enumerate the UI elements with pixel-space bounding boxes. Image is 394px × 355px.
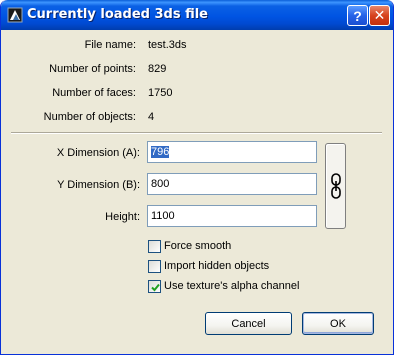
objects-label: Number of objects: [43, 111, 136, 123]
ok-button[interactable]: OK [302, 312, 374, 335]
cancel-button-label: Cancel [231, 317, 266, 330]
points-value: 829 [148, 63, 167, 75]
x-dimension-input[interactable]: 796 [147, 141, 317, 163]
title-bar[interactable]: Currently loaded 3ds file ? ✕ [1, 0, 393, 30]
faces-value: 1750 [148, 87, 173, 99]
objects-value: 4 [148, 111, 155, 123]
import-hidden-checkbox[interactable] [148, 259, 161, 273]
file-name-value: test.3ds [148, 39, 187, 51]
alpha-channel-checkbox[interactable] [148, 279, 161, 293]
height-value: 1100 [151, 210, 175, 222]
ok-button-label: OK [330, 317, 346, 330]
y-dimension-label: Y Dimension (B): [57, 179, 140, 191]
dialog-window: Currently loaded 3ds file ? ✕ File name:… [0, 0, 394, 355]
checkmark-icon [151, 283, 160, 291]
x-dimension-value: 796 [151, 146, 170, 158]
separator [11, 132, 382, 134]
help-icon: ? [353, 7, 362, 24]
link-dimensions-toggle[interactable] [325, 143, 346, 229]
help-button[interactable]: ? [347, 5, 368, 26]
import-hidden-label: Import hidden objects [164, 260, 270, 272]
cancel-button[interactable]: Cancel [205, 312, 292, 335]
y-dimension-input[interactable]: 800 [147, 173, 317, 195]
close-icon: ✕ [373, 7, 386, 23]
alpha-channel-option[interactable]: Use texture's alpha channel [148, 279, 299, 293]
force-smooth-label: Force smooth [164, 240, 232, 252]
alpha-channel-label: Use texture's alpha channel [164, 280, 300, 292]
chain-link-icon [331, 173, 341, 199]
x-dimension-label: X Dimension (A): [56, 147, 140, 159]
force-smooth-option[interactable]: Force smooth [148, 239, 231, 253]
window-title: Currently loaded 3ds file [27, 7, 208, 22]
import-hidden-option[interactable]: Import hidden objects [148, 259, 269, 273]
height-label: Height: [105, 211, 140, 223]
app-icon [7, 7, 23, 23]
y-dimension-value: 800 [151, 178, 170, 190]
points-label: Number of points: [49, 63, 136, 75]
height-input[interactable]: 1100 [147, 205, 317, 227]
close-button[interactable]: ✕ [369, 5, 390, 26]
faces-label: Number of faces: [52, 87, 136, 99]
force-smooth-checkbox[interactable] [148, 239, 161, 253]
file-name-label: File name: [84, 39, 136, 51]
